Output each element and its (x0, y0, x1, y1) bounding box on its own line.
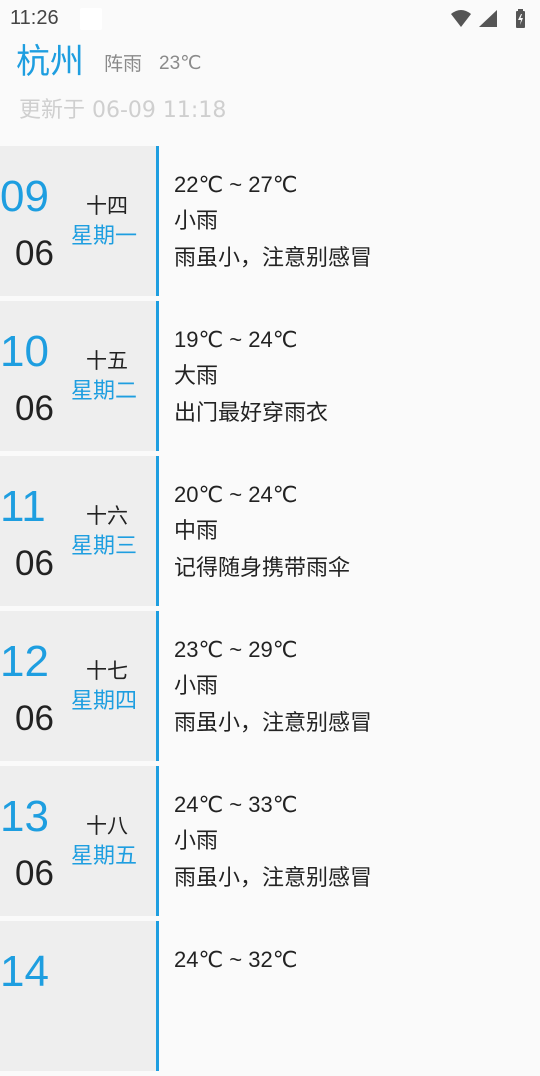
temperature-range: 24℃ ~ 33℃ (174, 792, 298, 817)
header: 杭州 阵雨 23℃ 更新于 06-09 11:18 (0, 36, 540, 146)
month-number: 06 (15, 699, 54, 738)
temperature-range: 19℃ ~ 24℃ (174, 327, 298, 352)
weather-advice: 雨虽小，注意别感冒 (174, 246, 373, 271)
weather-advice: 记得随身携带雨伞 (174, 556, 351, 581)
date-block: 12 06 十七 星期四 (0, 611, 156, 761)
date-block: 09 06 十四 星期一 (0, 146, 156, 296)
temperature-range: 20℃ ~ 24℃ (174, 482, 298, 507)
divider (156, 456, 159, 606)
month-number: 06 (15, 234, 54, 273)
city-name[interactable]: 杭州 (16, 42, 84, 82)
lunar-date: 十七 (86, 659, 128, 683)
current-temperature: 23℃ (159, 53, 202, 74)
temperature-range: 23℃ ~ 29℃ (174, 637, 298, 662)
status-time: 11:26 (10, 7, 59, 29)
weather-condition: 小雨 (174, 829, 219, 854)
forecast-day[interactable]: 11 06 十六 星期三 20℃ ~ 24℃ 中雨 记得随身携带雨伞 (0, 456, 540, 606)
day-number: 14 (0, 947, 49, 996)
temperature-range: 22℃ ~ 27℃ (174, 172, 298, 197)
divider (156, 921, 159, 1071)
weather-condition: 大雨 (174, 364, 219, 389)
weekday: 星期五 (71, 844, 138, 869)
current-weather: 阵雨 (104, 53, 143, 75)
divider (156, 611, 159, 761)
forecast-day[interactable]: 10 06 十五 星期二 19℃ ~ 24℃ 大雨 出门最好穿雨衣 (0, 301, 540, 451)
temperature-range: 24℃ ~ 32℃ (174, 947, 298, 972)
lunar-date: 十四 (86, 194, 128, 218)
date-block: 13 06 十八 星期五 (0, 766, 156, 916)
month-number: 06 (15, 854, 54, 893)
cellular-signal-icon (479, 10, 497, 27)
forecast-day[interactable]: 13 06 十八 星期五 24℃ ~ 33℃ 小雨 雨虽小，注意别感冒 (0, 766, 540, 916)
month-number: 06 (15, 544, 54, 583)
month-number: 06 (15, 389, 54, 428)
weather-condition: 小雨 (174, 674, 219, 699)
weather-advice: 雨虽小，注意别感冒 (174, 866, 373, 891)
date-block: 14 (0, 921, 156, 1071)
status-bar: 11:26 (0, 0, 540, 36)
lunar-date: 十六 (86, 504, 128, 528)
weather-advice: 雨虽小，注意别感冒 (174, 711, 373, 736)
weekday: 星期四 (71, 689, 138, 714)
forecast-day[interactable]: 09 06 十四 星期一 22℃ ~ 27℃ 小雨 雨虽小，注意别感冒 (0, 146, 540, 296)
forecast-list: 09 06 十四 星期一 22℃ ~ 27℃ 小雨 雨虽小，注意别感冒 10 0… (0, 146, 540, 1076)
day-number: 10 (0, 327, 49, 376)
date-block: 11 06 十六 星期三 (0, 456, 156, 606)
weather-advice: 出门最好穿雨衣 (174, 401, 329, 426)
day-number: 13 (0, 792, 49, 841)
day-number: 12 (0, 637, 49, 686)
battery-charging-icon (516, 9, 525, 28)
date-block: 10 06 十五 星期二 (0, 301, 156, 451)
weekday: 星期二 (71, 379, 138, 404)
update-time: 更新于 06-09 11:18 (19, 98, 227, 123)
day-number: 11 (0, 482, 46, 531)
forecast-day[interactable]: 14 24℃ ~ 32℃ (0, 921, 540, 1071)
divider (156, 146, 159, 296)
lunar-date: 十五 (86, 349, 128, 373)
lunar-date: 十八 (86, 814, 128, 838)
divider (156, 766, 159, 916)
weekday: 星期三 (71, 534, 138, 559)
weather-condition: 中雨 (174, 519, 219, 544)
divider (156, 301, 159, 451)
weekday: 星期一 (71, 224, 138, 249)
wifi-icon (451, 10, 471, 27)
weather-condition: 小雨 (174, 209, 219, 234)
forecast-day[interactable]: 12 06 十七 星期四 23℃ ~ 29℃ 小雨 雨虽小，注意别感冒 (0, 611, 540, 761)
day-number: 09 (0, 172, 49, 221)
notification-icon (80, 8, 102, 30)
status-icons (450, 8, 530, 30)
